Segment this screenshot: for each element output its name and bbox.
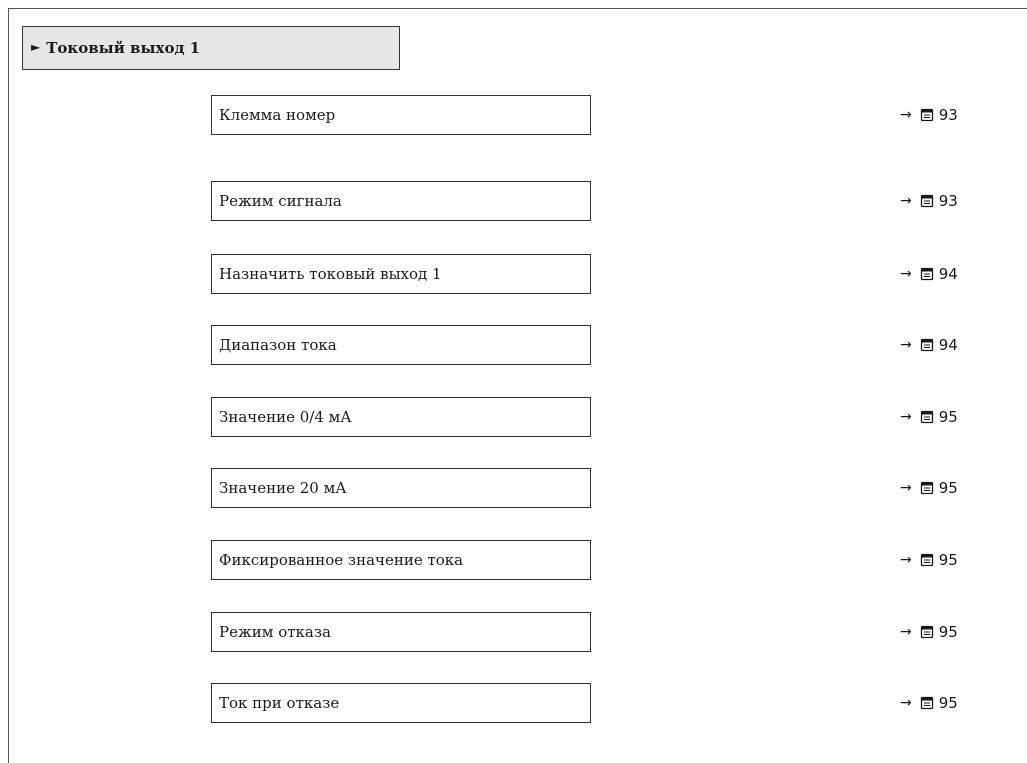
frame-left-border — [8, 8, 9, 763]
parameter-label: Ток при отказе — [219, 694, 340, 712]
page-reference[interactable]: → 93 — [900, 95, 958, 135]
page-number: 95 — [938, 408, 958, 426]
arrow-right-icon: → — [900, 695, 912, 711]
parameter-label: Клемма номер — [219, 106, 336, 124]
parameter-row-value-0-4-ma[interactable]: Значение 0/4 мА — [211, 397, 591, 437]
parameter-label: Значение 20 мА — [219, 479, 347, 497]
book-page-icon — [920, 338, 933, 352]
submenu-marker: ► — [31, 40, 41, 54]
parameter-row-failure-mode[interactable]: Режим отказа — [211, 612, 591, 652]
arrow-right-icon: → — [900, 552, 912, 568]
parameter-label: Фиксированное значение тока — [219, 551, 464, 569]
parameter-row-value-20-ma[interactable]: Значение 20 мА — [211, 468, 591, 508]
page-reference[interactable]: → 95 — [900, 540, 958, 580]
arrow-right-icon: → — [900, 409, 912, 425]
arrow-right-icon: → — [900, 107, 912, 123]
parameter-row-terminal-number[interactable]: Клемма номер — [211, 95, 591, 135]
parameter-row-current-range[interactable]: Диапазон тока — [211, 325, 591, 365]
page-number: 94 — [938, 265, 958, 283]
book-page-icon — [920, 481, 933, 495]
page-reference[interactable]: → 95 — [900, 612, 958, 652]
book-page-icon — [920, 267, 933, 281]
page-number: 93 — [938, 192, 958, 210]
arrow-right-icon: → — [900, 337, 912, 353]
book-page-icon — [920, 696, 933, 710]
parameter-row-assign-current-output[interactable]: Назначить токовый выход 1 — [211, 254, 591, 294]
book-page-icon — [920, 410, 933, 424]
page-number: 95 — [938, 551, 958, 569]
book-page-icon — [920, 625, 933, 639]
arrow-right-icon: → — [900, 193, 912, 209]
page-number: 95 — [938, 694, 958, 712]
page-reference[interactable]: → 95 — [900, 397, 958, 437]
arrow-right-icon: → — [900, 624, 912, 640]
page-number: 93 — [938, 106, 958, 124]
parameter-label: Диапазон тока — [219, 336, 337, 354]
page-number: 95 — [938, 479, 958, 497]
arrow-right-icon: → — [900, 266, 912, 282]
page-number: 95 — [938, 623, 958, 641]
frame-top-border — [8, 8, 1027, 9]
parameter-label: Режим сигнала — [219, 192, 342, 210]
parameter-row-failure-current[interactable]: Ток при отказе — [211, 683, 591, 723]
page-reference[interactable]: → 94 — [900, 254, 958, 294]
submenu-header: ► Токовый выход 1 — [22, 26, 400, 70]
submenu-title: Токовый выход 1 — [46, 39, 201, 57]
book-page-icon — [920, 108, 933, 122]
parameter-label: Режим отказа — [219, 623, 331, 641]
parameter-label: Назначить токовый выход 1 — [219, 265, 442, 283]
book-page-icon — [920, 194, 933, 208]
page-reference[interactable]: → 93 — [900, 181, 958, 221]
page-reference[interactable]: → 94 — [900, 325, 958, 365]
parameter-row-fixed-current-value[interactable]: Фиксированное значение тока — [211, 540, 591, 580]
parameter-row-signal-mode[interactable]: Режим сигнала — [211, 181, 591, 221]
parameter-label: Значение 0/4 мА — [219, 408, 352, 426]
page-reference[interactable]: → 95 — [900, 683, 958, 723]
page-reference[interactable]: → 95 — [900, 468, 958, 508]
page-number: 94 — [938, 336, 958, 354]
arrow-right-icon: → — [900, 480, 912, 496]
book-page-icon — [920, 553, 933, 567]
